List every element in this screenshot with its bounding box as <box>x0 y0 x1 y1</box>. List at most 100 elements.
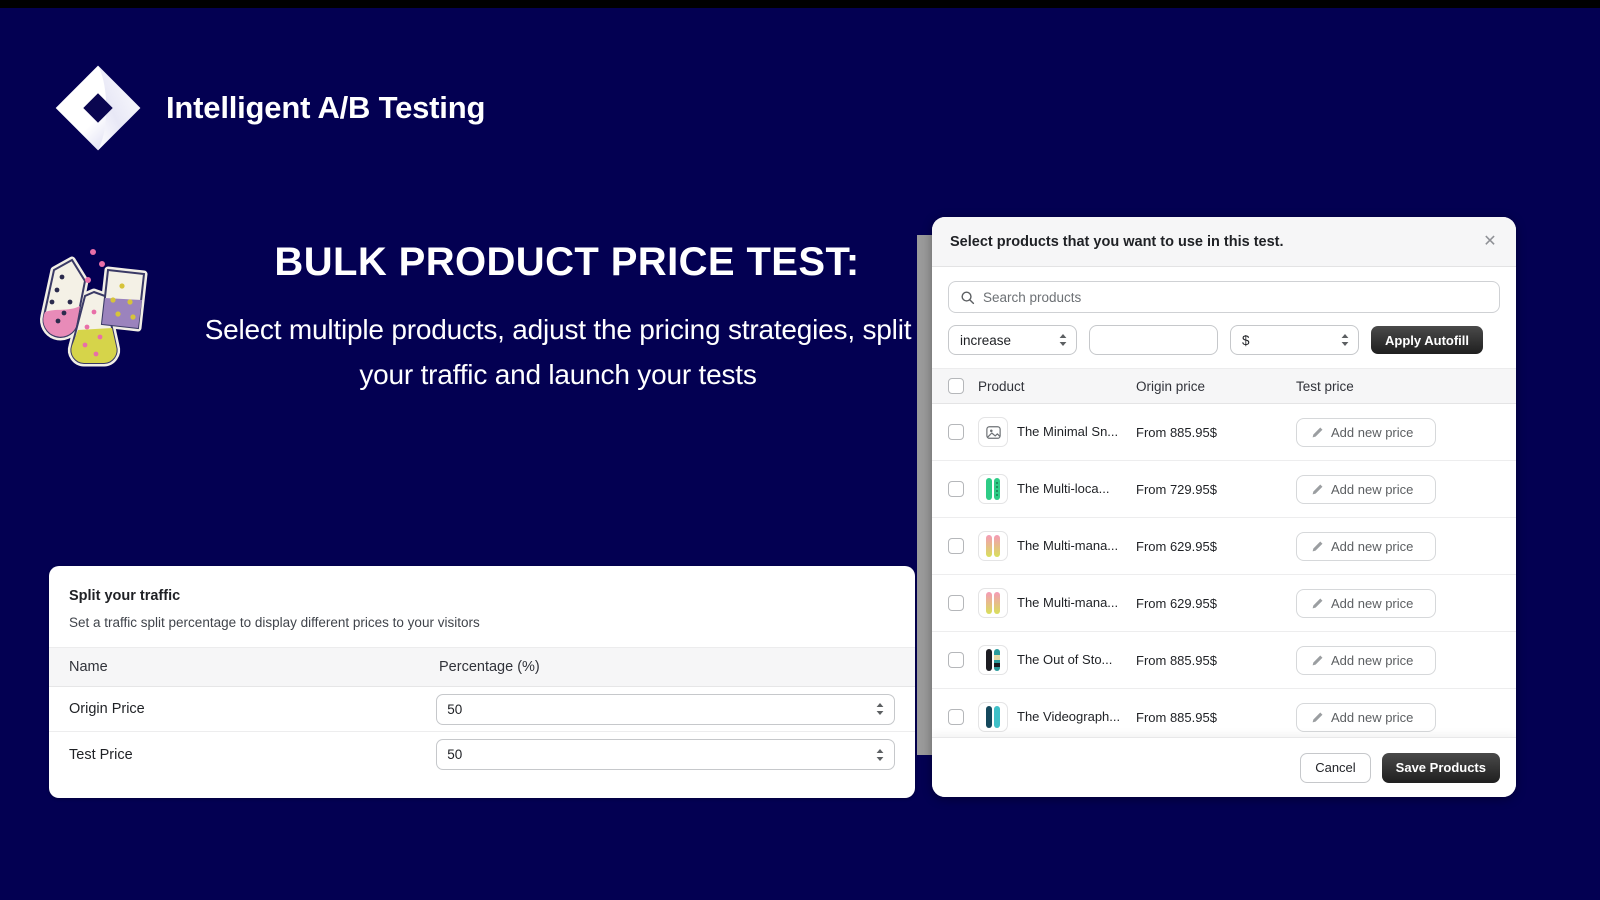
modal-title: Select products that you want to use in … <box>950 233 1284 250</box>
product-origin-price: From 885.95$ <box>1136 424 1217 440</box>
modal-controls: Search products increase $ Apply Autofil… <box>932 267 1516 355</box>
pencil-icon <box>1312 541 1323 551</box>
pencil-icon <box>1312 484 1323 494</box>
autofill-amount-input[interactable] <box>1089 325 1218 355</box>
hero-heading: BULK PRODUCT PRICE TEST: <box>274 240 860 284</box>
dark-snowboard-icon <box>986 649 1000 671</box>
pencil-icon <box>1312 598 1323 608</box>
split-col-percentage: Percentage (%) <box>439 659 540 675</box>
brand-header: Intelligent A/B Testing <box>52 62 485 154</box>
hero-subheading: Select multiple products, adjust the pri… <box>204 314 912 391</box>
table-row: The Multi-loca... From 729.95$ Add new p… <box>932 461 1516 518</box>
product-origin-price: From 629.95$ <box>1136 595 1217 611</box>
add-new-price-button[interactable]: Add new price <box>1296 474 1436 504</box>
table-row: The Out of Sto... From 885.95$ Add new p… <box>932 632 1516 689</box>
table-row: Test Price 50 <box>49 732 915 777</box>
origin-price-percentage-input[interactable]: 50 <box>436 693 895 725</box>
split-traffic-card: Split your traffic Set a traffic split p… <box>49 566 915 798</box>
table-row: Origin Price 50 <box>49 687 915 732</box>
product-name: The Videograph... <box>1017 709 1121 725</box>
product-name: The Out of Sto... <box>1017 652 1113 668</box>
stepper-icon[interactable] <box>875 701 885 717</box>
row-checkbox[interactable] <box>948 538 964 554</box>
split-card-title: Split your traffic <box>69 588 181 604</box>
add-new-price-label: Add new price <box>1331 652 1414 668</box>
top-black-bar <box>0 0 1600 8</box>
autofill-unit-value: $ <box>1242 332 1250 348</box>
background-panel-sliver <box>917 235 933 755</box>
product-thumbnail <box>978 645 1008 675</box>
autofill-operation-value: increase <box>960 332 1012 348</box>
split-traffic-table: Name Percentage (%) Origin Price 50 Test… <box>49 647 915 777</box>
add-new-price-label: Add new price <box>1331 709 1414 725</box>
add-new-price-button[interactable]: Add new price <box>1296 645 1436 675</box>
row-checkbox[interactable] <box>948 424 964 440</box>
cancel-button[interactable]: Cancel <box>1300 752 1371 783</box>
product-name: The Minimal Sn... <box>1017 424 1119 440</box>
column-test-price: Test price <box>1296 378 1354 394</box>
split-col-name: Name <box>69 659 108 675</box>
modal-body: Search products increase $ Apply Autofil… <box>932 267 1516 737</box>
table-row: The Minimal Sn... From 885.95$ Add new p… <box>932 404 1516 461</box>
add-new-price-label: Add new price <box>1331 481 1414 497</box>
hero-section: BULK PRODUCT PRICE TEST: Select multiple… <box>30 236 930 398</box>
search-icon <box>961 291 975 305</box>
product-table-header: Product Origin price Test price <box>932 368 1516 404</box>
lab-flasks-icon <box>40 249 148 367</box>
apply-autofill-button[interactable]: Apply Autofill <box>1371 326 1484 354</box>
test-price-percentage-value: 50 <box>447 747 463 762</box>
image-placeholder-icon <box>985 425 1001 439</box>
split-row-name: Origin Price <box>69 701 145 717</box>
add-new-price-button[interactable]: Add new price <box>1296 702 1436 732</box>
close-icon[interactable]: ✕ <box>1478 230 1502 254</box>
column-origin-price: Origin price <box>1136 378 1206 394</box>
autofill-unit-select[interactable]: $ <box>1230 325 1359 355</box>
column-product: Product <box>978 378 1025 394</box>
stepper-icon <box>1059 334 1067 346</box>
row-checkbox[interactable] <box>948 595 964 611</box>
product-thumbnail <box>978 417 1008 447</box>
save-products-button[interactable]: Save Products <box>1381 752 1500 783</box>
add-new-price-label: Add new price <box>1331 538 1414 554</box>
pencil-icon <box>1312 712 1323 722</box>
add-new-price-label: Add new price <box>1331 424 1414 440</box>
brand-title: Intelligent A/B Testing <box>166 90 486 125</box>
teal-snowboard-icon <box>986 706 1000 728</box>
split-table-header: Name Percentage (%) <box>49 647 915 687</box>
product-name: The Multi-mana... <box>1017 538 1119 554</box>
autofill-controls: increase $ Apply Autofill <box>948 325 1500 355</box>
row-checkbox[interactable] <box>948 481 964 497</box>
green-snowboard-icon <box>986 478 1000 500</box>
split-row-name: Test Price <box>69 746 133 763</box>
product-thumbnail <box>978 474 1008 504</box>
add-new-price-label: Add new price <box>1331 595 1414 611</box>
row-checkbox[interactable] <box>948 709 964 725</box>
diamond-logo-icon <box>55 65 141 151</box>
product-thumbnail <box>978 531 1008 561</box>
pink-skis-icon <box>986 535 1000 557</box>
product-origin-price: From 885.95$ <box>1136 652 1217 668</box>
search-input[interactable]: Search products <box>948 281 1500 313</box>
add-new-price-button[interactable]: Add new price <box>1296 417 1436 447</box>
origin-price-percentage-value: 50 <box>447 701 463 717</box>
test-price-percentage-input[interactable]: 50 <box>436 739 895 770</box>
product-list: The Minimal Sn... From 885.95$ Add new p… <box>932 404 1516 737</box>
select-products-modal: Select products that you want to use in … <box>932 217 1516 797</box>
add-new-price-button[interactable]: Add new price <box>1296 531 1436 561</box>
pencil-icon <box>1312 427 1323 437</box>
stepper-icon[interactable] <box>875 747 885 763</box>
modal-header: Select products that you want to use in … <box>932 217 1516 267</box>
table-row: The Multi-mana... From 629.95$ Add new p… <box>932 575 1516 632</box>
product-name: The Multi-mana... <box>1017 595 1119 611</box>
modal-footer: Cancel Save Products <box>932 737 1516 797</box>
stepper-icon <box>1341 334 1349 346</box>
table-row: The Videograph... From 885.95$ Add new p… <box>932 689 1516 737</box>
search-placeholder: Search products <box>983 289 1082 305</box>
select-all-checkbox[interactable] <box>948 378 964 394</box>
autofill-operation-select[interactable]: increase <box>948 325 1077 355</box>
split-card-description: Set a traffic split percentage to displa… <box>69 615 480 630</box>
add-new-price-button[interactable]: Add new price <box>1296 588 1436 618</box>
product-thumbnail <box>978 702 1008 732</box>
product-name: The Multi-loca... <box>1017 481 1110 497</box>
row-checkbox[interactable] <box>948 652 964 668</box>
